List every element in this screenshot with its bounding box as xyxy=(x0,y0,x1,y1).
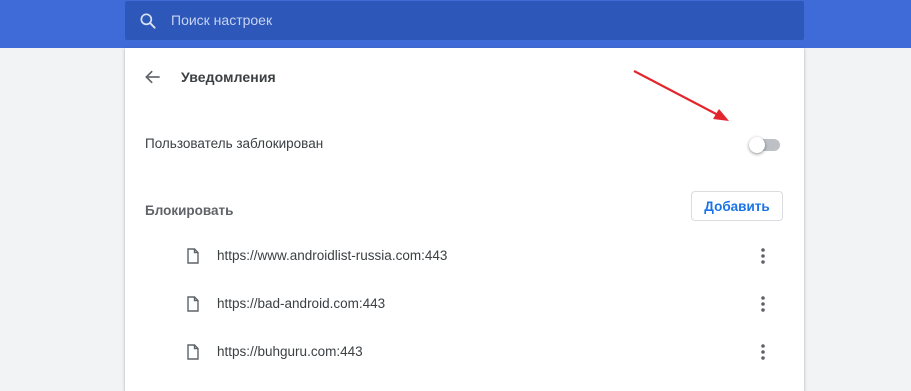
more-vert-icon[interactable] xyxy=(753,342,773,362)
search-placeholder: Поиск настроек xyxy=(171,12,273,28)
site-row: https://buhguru.com:443 xyxy=(125,328,804,376)
page-title: Уведомления xyxy=(181,69,276,85)
more-vert-icon[interactable] xyxy=(753,294,773,314)
blocked-toggle[interactable] xyxy=(749,137,783,153)
site-url[interactable]: https://buhguru.com:443 xyxy=(217,344,363,359)
site-url[interactable]: https://www.androidlist-russia.com:443 xyxy=(217,248,447,263)
file-icon xyxy=(187,344,199,360)
site-row: https://bad-android.com:443 xyxy=(125,280,804,328)
search-icon xyxy=(138,11,158,31)
file-icon xyxy=(187,296,199,312)
blocked-setting-label: Пользователь заблокирован xyxy=(145,136,324,151)
add-button[interactable]: Добавить xyxy=(691,191,783,221)
block-section-heading: Блокировать xyxy=(145,203,234,218)
site-url[interactable]: https://bad-android.com:443 xyxy=(217,296,385,311)
toggle-knob xyxy=(749,137,765,153)
search-input[interactable]: Поиск настроек xyxy=(125,1,804,40)
arrow-back-icon[interactable] xyxy=(143,67,163,87)
site-row: https://www.androidlist-russia.com:443 xyxy=(125,232,804,280)
notifications-settings-card: Уведомления Пользователь заблокирован Бл… xyxy=(125,48,804,391)
header-bar: Поиск настроек xyxy=(0,0,911,48)
more-vert-icon[interactable] xyxy=(753,246,773,266)
file-icon xyxy=(187,248,199,264)
